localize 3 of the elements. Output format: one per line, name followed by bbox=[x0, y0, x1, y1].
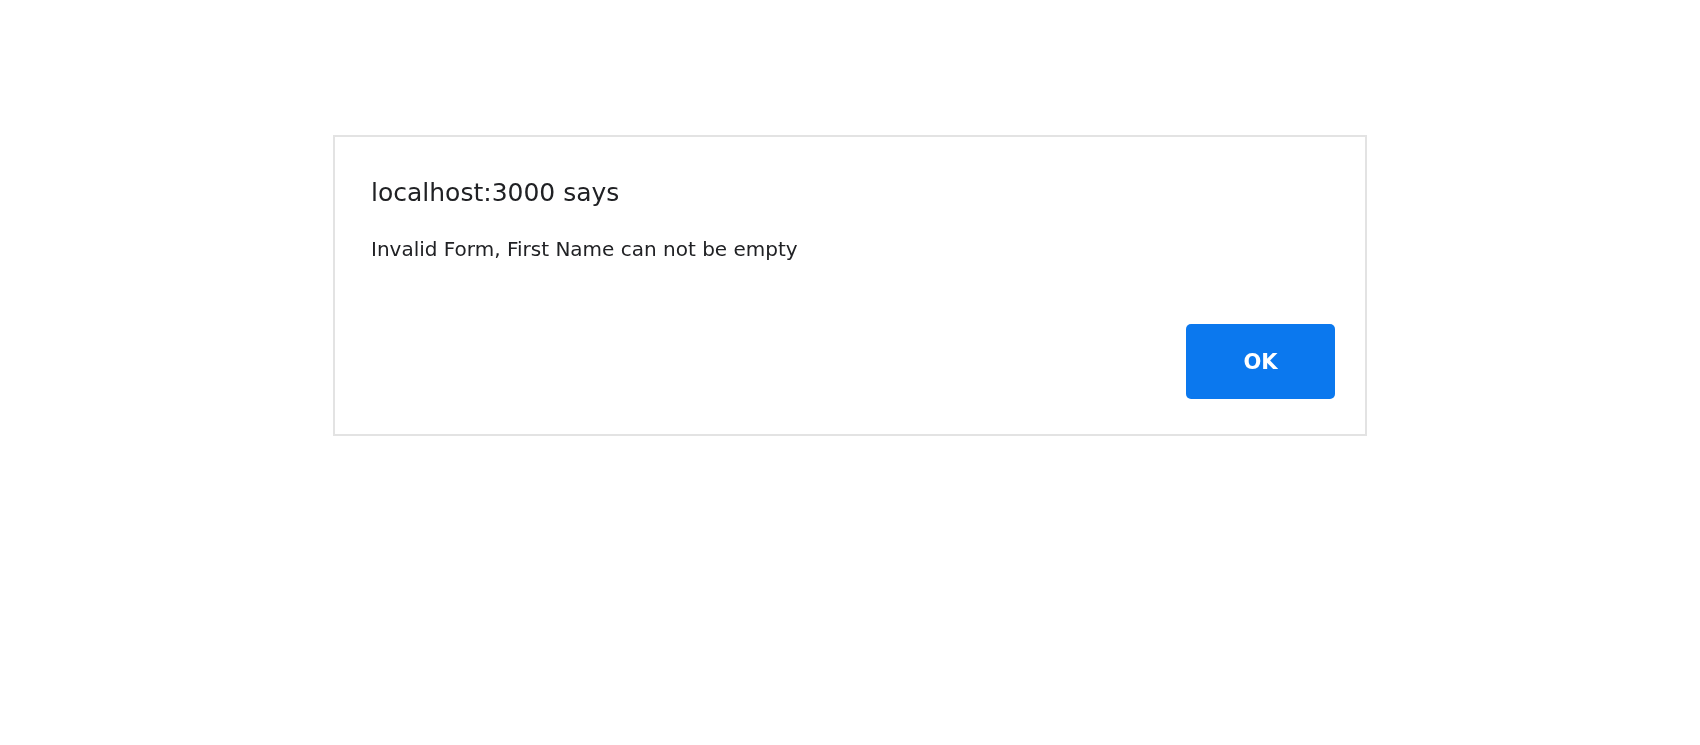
ok-button[interactable]: OK bbox=[1186, 324, 1335, 399]
dialog-message: Invalid Form, First Name can not be empty bbox=[371, 235, 799, 262]
dialog-title: localhost:3000 says bbox=[371, 177, 621, 209]
